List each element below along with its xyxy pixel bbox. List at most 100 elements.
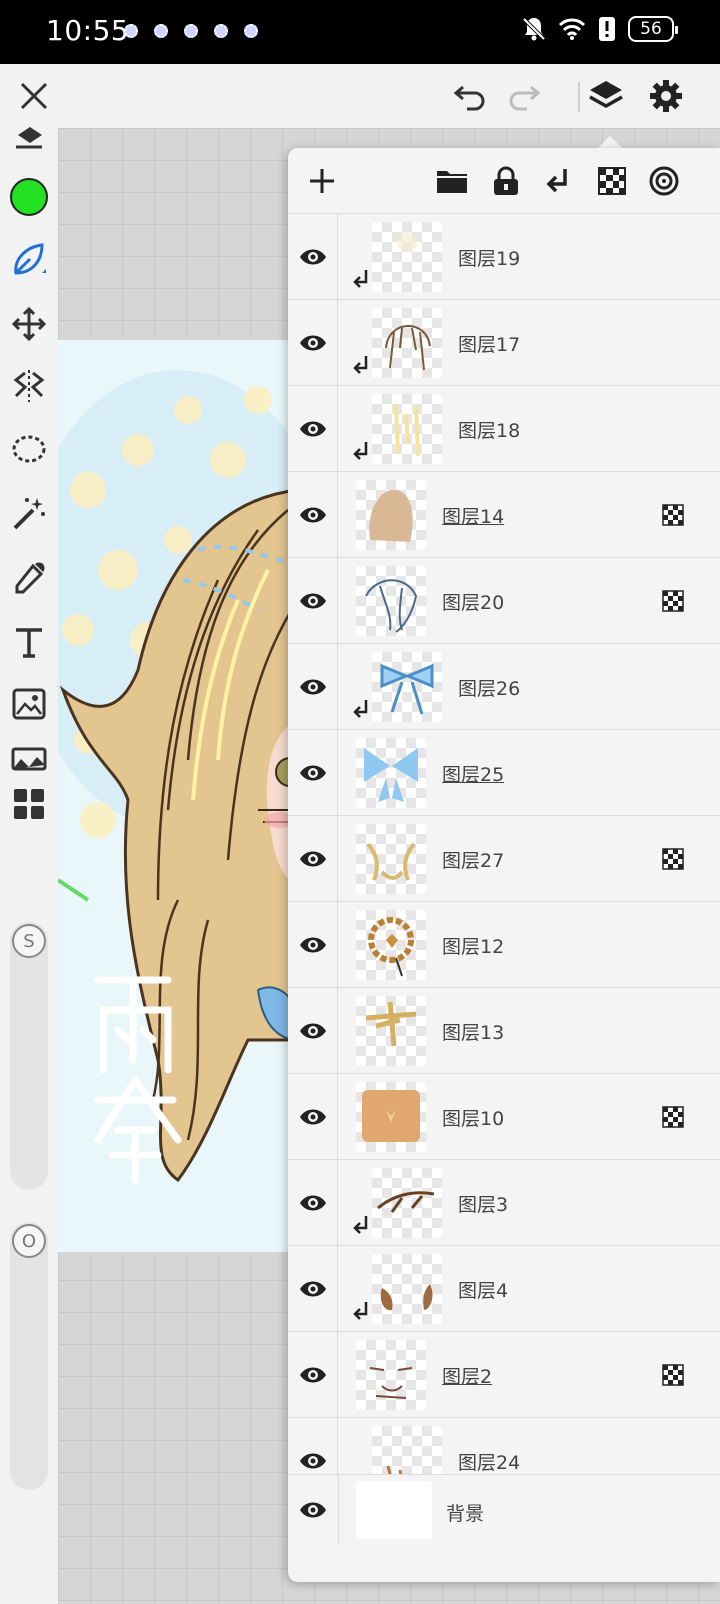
layers-icon xyxy=(589,81,623,109)
layer-thumbnail xyxy=(372,1168,442,1238)
lasso-tool[interactable] xyxy=(9,430,49,470)
eye-icon[interactable] xyxy=(298,845,328,873)
eye-icon[interactable] xyxy=(298,673,328,701)
clipping-arrow-icon xyxy=(353,442,368,460)
image-import-tool[interactable] xyxy=(9,684,49,724)
filter-tool[interactable] xyxy=(9,740,49,780)
alpha-lock-icon[interactable] xyxy=(662,848,684,870)
toolbar-divider xyxy=(578,82,580,112)
layers-panel-header xyxy=(288,148,720,214)
layer-row[interactable]: 图层19 xyxy=(288,214,720,300)
layer-row[interactable]: 图层26 xyxy=(288,644,720,730)
eye-icon[interactable] xyxy=(298,759,328,787)
brush-tool[interactable] xyxy=(9,240,49,280)
close-icon xyxy=(20,82,48,110)
layer-row[interactable]: 图层20 xyxy=(288,558,720,644)
lasso-icon xyxy=(12,435,46,463)
alpha-lock-icon[interactable] xyxy=(662,504,684,526)
brush-opacity-knob[interactable]: O xyxy=(12,1224,46,1258)
layer-row[interactable]: 图层4 xyxy=(288,1246,720,1332)
alpha-lock-icon[interactable] xyxy=(662,1364,684,1386)
move-icon xyxy=(11,306,47,342)
text-tool[interactable] xyxy=(9,622,49,662)
layer-row[interactable]: 图层18 xyxy=(288,386,720,472)
brush-size-slider[interactable]: S xyxy=(10,922,48,1190)
eye-icon[interactable] xyxy=(298,1447,328,1474)
brush-size-knob[interactable]: S xyxy=(12,924,46,958)
layer-row[interactable]: 图层12 xyxy=(288,902,720,988)
notification-icons xyxy=(124,24,258,38)
status-time: 10:55 xyxy=(46,14,130,47)
symmetry-tool[interactable] xyxy=(9,366,49,406)
layer-row[interactable]: 图层24 xyxy=(288,1418,720,1474)
eye-icon[interactable] xyxy=(298,931,328,959)
gallery-tool[interactable] xyxy=(9,784,49,824)
checkerboard-icon xyxy=(598,167,626,195)
layer-row[interactable]: 图层13 xyxy=(288,988,720,1074)
layer-row[interactable]: 图层2 xyxy=(288,1332,720,1418)
notification-icon xyxy=(124,24,138,38)
eye-icon[interactable] xyxy=(298,1275,328,1303)
layer-row[interactable]: 图层10 xyxy=(288,1074,720,1160)
eyedropper-tool[interactable] xyxy=(9,558,49,598)
layer-name: 图层3 xyxy=(458,1194,509,1216)
layer-row[interactable]: 图层25 xyxy=(288,730,720,816)
close-button[interactable] xyxy=(14,76,54,116)
layer-name: 图层27 xyxy=(442,850,505,872)
layer-thumbnail xyxy=(372,1254,442,1324)
layer-row[interactable]: 图层14 xyxy=(288,472,720,558)
visibility-divider xyxy=(338,1475,339,1545)
alpha-lock-icon[interactable] xyxy=(662,590,684,612)
artwork-canvas[interactable] xyxy=(58,340,298,1252)
layers-button[interactable] xyxy=(586,76,626,116)
layer-name: 图层13 xyxy=(442,1022,505,1044)
add-layer-button[interactable] xyxy=(302,161,342,201)
eye-icon[interactable] xyxy=(298,587,328,615)
eye-icon[interactable] xyxy=(298,1017,328,1045)
layer-list[interactable]: 图层19 图层17 图层18 图层14 图层20 图层26 图层25 图层27 图层12 图层13… xyxy=(288,214,720,1474)
color-swatch[interactable] xyxy=(10,178,48,216)
layers-panel: 图层19 图层17 图层18 图层14 图层20 图层26 图层25 图层27 图层12 图层13… xyxy=(288,148,720,1582)
layer-thumbnail xyxy=(356,1340,426,1410)
eye-icon[interactable] xyxy=(298,501,328,529)
left-tool-rail: S O xyxy=(0,127,58,1604)
alpha-lock-icon[interactable] xyxy=(662,1106,684,1128)
eye-icon[interactable] xyxy=(298,329,328,357)
layer-folder-button[interactable] xyxy=(432,161,472,201)
layer-name: 背景 xyxy=(446,1503,485,1525)
clipping-mask-button[interactable] xyxy=(538,161,578,201)
layer-row[interactable]: 图层27 xyxy=(288,816,720,902)
eye-icon[interactable] xyxy=(298,243,328,271)
lock-layer-button[interactable] xyxy=(486,161,526,201)
layer-name: 图层10 xyxy=(442,1108,505,1130)
filter-icon xyxy=(11,747,47,771)
undo-button[interactable] xyxy=(450,76,490,116)
alpha-lock-button[interactable] xyxy=(592,161,632,201)
settings-button[interactable] xyxy=(646,76,686,116)
move-tool[interactable] xyxy=(9,304,49,344)
eye-icon[interactable] xyxy=(298,415,328,443)
layer-name: 图层2 xyxy=(442,1366,493,1388)
layer-name: 图层26 xyxy=(458,678,521,700)
eraser-tool[interactable] xyxy=(9,120,49,160)
panel-caret xyxy=(598,136,622,148)
lock-icon xyxy=(494,166,518,195)
reference-layer-button[interactable] xyxy=(644,161,684,201)
layer-thumbnail xyxy=(372,652,442,722)
eye-icon[interactable] xyxy=(298,1361,328,1389)
clipping-arrow-icon xyxy=(546,169,567,193)
layer-thumbnail xyxy=(372,1426,442,1474)
top-toolbar xyxy=(0,64,720,128)
clipping-arrow-icon xyxy=(353,1216,368,1234)
eye-icon[interactable] xyxy=(298,1189,328,1217)
eye-icon[interactable] xyxy=(298,1103,328,1131)
magic-wand-tool[interactable] xyxy=(9,494,49,534)
layer-thumbnail xyxy=(356,1481,432,1539)
layer-row[interactable]: 图层17 xyxy=(288,300,720,386)
background-layer-row[interactable]: 背景 xyxy=(288,1474,720,1545)
brush-opacity-slider[interactable]: O xyxy=(10,1222,48,1490)
layer-row[interactable]: 图层3 xyxy=(288,1160,720,1246)
folder-icon xyxy=(437,171,467,193)
redo-button[interactable] xyxy=(504,76,544,116)
eye-icon[interactable] xyxy=(298,1496,328,1524)
